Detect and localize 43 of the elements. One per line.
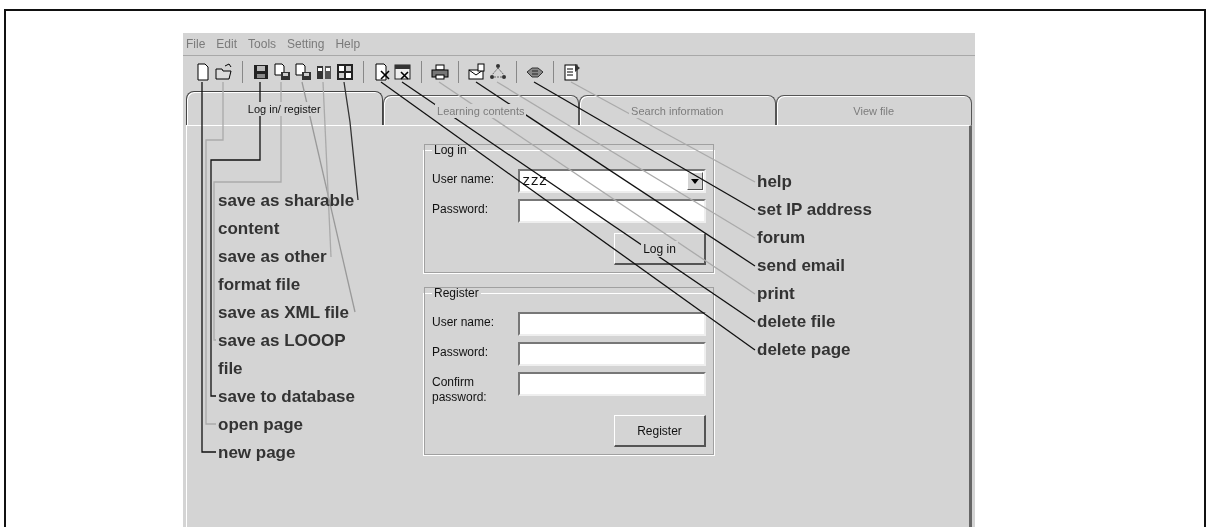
window-cross-icon[interactable] [392, 62, 413, 82]
field-label: User name: [432, 171, 496, 187]
printer-icon[interactable] [429, 62, 450, 82]
envelope-icon[interactable] [466, 62, 487, 82]
grid-icon[interactable] [334, 62, 355, 82]
callout-label: set IP address [757, 199, 872, 221]
callout-label: send email [757, 255, 846, 277]
input-field[interactable] [518, 372, 706, 396]
tab[interactable]: Search information [579, 95, 776, 125]
field-label: Password: [432, 201, 490, 217]
menu-item[interactable]: File [186, 37, 206, 51]
field-label: Confirm password: [432, 374, 488, 405]
log-in-button[interactable]: Log in [614, 233, 706, 265]
document-disk-icon[interactable] [271, 62, 292, 82]
callout-label: new page [218, 442, 297, 464]
menu-item[interactable]: Setting [287, 37, 325, 51]
tab[interactable]: Log in/ register [186, 91, 383, 125]
network-icon[interactable] [487, 62, 508, 82]
menu-item[interactable]: Edit [216, 37, 238, 51]
tab[interactable]: Learning contents [382, 95, 579, 125]
callout-label: delete file [757, 311, 837, 333]
menu-item[interactable]: Tools [248, 37, 277, 51]
input-field[interactable] [518, 312, 706, 336]
callout-label: open page [218, 414, 304, 436]
field-label: Password: [432, 344, 490, 360]
document-disk-icon[interactable] [292, 62, 313, 82]
callout-label: print [757, 283, 796, 305]
input-field[interactable] [518, 342, 706, 366]
tab[interactable]: View file [775, 95, 972, 125]
input-field[interactable] [518, 199, 706, 223]
group-title: Log in [433, 143, 468, 157]
dropdown-field[interactable]: zzz [518, 169, 706, 193]
callout-label: delete page [757, 339, 852, 361]
callout-label: forum [757, 227, 807, 249]
menu-item[interactable]: Help [335, 37, 361, 51]
callout-label: save to database [218, 386, 355, 408]
notepad-icon[interactable] [561, 62, 582, 82]
register-button[interactable]: Register [614, 415, 706, 447]
callout-label: save as XML file [218, 302, 351, 324]
callout-label: help [757, 171, 793, 193]
field-label: User name: [432, 314, 496, 330]
group-title: Register [433, 286, 480, 300]
folder-icon[interactable] [213, 62, 234, 82]
